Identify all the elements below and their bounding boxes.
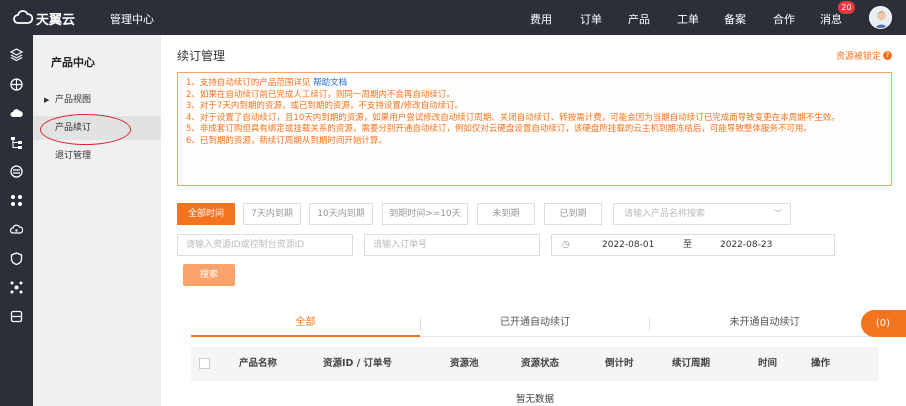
- filter-over-10-days[interactable]: 到期时间>=10天: [382, 203, 468, 225]
- help-icon: ?: [883, 51, 892, 60]
- nav-tickets[interactable]: 工单: [677, 11, 699, 27]
- filter-expired[interactable]: 已到期: [544, 203, 602, 225]
- brand-name: 天翼云: [36, 13, 76, 28]
- main-content: 续订管理 资源被锁定 ? 1、支持自动续订的产品范围详见 帮助文档 2、如果在自…: [161, 35, 906, 406]
- column-product-name: 产品名称: [239, 358, 278, 369]
- layers-icon[interactable]: [10, 48, 23, 61]
- nav-filing[interactable]: 备案: [724, 11, 746, 27]
- date-start[interactable]: 2022-08-01: [602, 235, 654, 255]
- tab-auto-renew-on[interactable]: 已开通自动续订: [421, 311, 649, 337]
- tab-all[interactable]: 全部: [191, 311, 420, 337]
- cluster-icon[interactable]: [10, 281, 23, 294]
- column-resource-status: 资源状态: [521, 358, 560, 369]
- product-center-sidebar: 产品中心 ▶ 产品视图 产品续订 退订管理: [33, 35, 161, 406]
- console-title[interactable]: 管理中心: [110, 11, 154, 27]
- top-navigation-bar: 天翼云 管理中心 费用 订单 产品 工单 备案 合作 消息 20: [0, 0, 906, 35]
- resource-locked-label: 资源被锁定: [835, 52, 881, 62]
- icon-rail: [0, 35, 33, 406]
- clock-icon: ◷: [562, 240, 570, 250]
- resource-id-input[interactable]: 请输入资源ID或控制台资源ID: [177, 234, 353, 256]
- tab-auto-renew-off[interactable]: 未开通自动续订: [650, 311, 879, 337]
- order-number-input[interactable]: 请输入订单号: [364, 234, 540, 256]
- caret-right-icon: ▶: [44, 96, 50, 104]
- sidebar-title: 产品中心: [51, 56, 95, 69]
- notice-line-6: 6、已到期的资源，新续订周期从到期时间开始计算。: [186, 135, 387, 146]
- chevron-down-icon: ﹀: [774, 209, 782, 218]
- notice-line-4: 4、对于设置了自动续订，且10天内到期的资源，如果用户尝试修改自动续订周期、关闭…: [186, 112, 840, 123]
- column-resource-id: 资源ID / 订单号: [323, 358, 393, 369]
- notice-line-2: 2、如果在自动续订前已完成人工续订，则同一周期内不会再自动续订。: [186, 89, 455, 100]
- renewal-notice: 1、支持自动续订的产品范围详见 帮助文档 2、如果在自动续订前已完成人工续订，则…: [177, 72, 892, 186]
- server-icon[interactable]: [10, 310, 23, 323]
- avatar-person-icon: [874, 11, 889, 28]
- sidebar-item-product-view[interactable]: ▶ 产品视图: [33, 88, 161, 112]
- select-all-checkbox[interactable]: [199, 358, 210, 369]
- column-renewal-period: 续订周期: [672, 358, 711, 369]
- sidebar-item-label: 产品视图: [55, 95, 92, 105]
- shield-icon[interactable]: [10, 252, 23, 265]
- nav-partners[interactable]: 合作: [773, 11, 795, 27]
- nav-billing[interactable]: 费用: [530, 11, 552, 27]
- filter-all-time[interactable]: 全部时间: [177, 203, 235, 225]
- user-avatar[interactable]: [869, 6, 892, 29]
- nav-products[interactable]: 产品: [628, 11, 650, 27]
- annotation-circle: [40, 114, 131, 145]
- date-end[interactable]: 2022-08-23: [720, 235, 772, 255]
- nav-orders[interactable]: 订单: [580, 11, 602, 27]
- message-count-badge: 20: [838, 1, 855, 14]
- resource-locked-link[interactable]: 资源被锁定 ?: [836, 49, 892, 62]
- search-button[interactable]: 搜索: [183, 264, 235, 286]
- product-select-placeholder: 请输入产品名称搜索: [624, 209, 706, 219]
- column-countdown: 倒计时: [605, 358, 634, 369]
- brand-logo[interactable]: 天翼云: [13, 9, 75, 28]
- notice-line-1: 1、支持自动续订的产品范围详见 帮助文档: [186, 78, 348, 88]
- floating-cart-button[interactable]: (0): [861, 310, 906, 337]
- grid-nodes-icon[interactable]: [10, 194, 23, 207]
- filter-10-days[interactable]: 10天内到期: [309, 203, 373, 225]
- column-actions: 操作: [811, 358, 831, 369]
- sidebar-item-unsubscribe[interactable]: 退订管理: [33, 144, 161, 168]
- cloud-icon[interactable]: [10, 107, 23, 120]
- help-doc-link[interactable]: 帮助文档: [313, 78, 347, 88]
- network-icon[interactable]: [10, 78, 23, 91]
- nav-messages[interactable]: 消息: [820, 11, 842, 27]
- table-header: 产品名称 资源ID / 订单号 资源池 资源状态 倒计时 续订周期 时间 操作: [191, 347, 879, 381]
- notice-line-5: 5、非成套订购但具有绑定或挂载关系的资源，需要分别开通自动续订，例如仅对云硬盘设…: [186, 124, 812, 134]
- notice-line-3: 3、对于7天内到期的资源，或已到期的资源，不支持设置/修改自动续订。: [186, 101, 464, 111]
- date-separator: 至: [683, 240, 693, 250]
- filter-7-days[interactable]: 7天内到期: [243, 203, 301, 225]
- hierarchy-icon[interactable]: [10, 136, 23, 149]
- cloud-outline-icon[interactable]: [10, 223, 23, 236]
- sidebar-item-label: 退订管理: [55, 151, 92, 161]
- renewal-tabs: 全部 已开通自动续订 未开通自动续订: [191, 311, 879, 337]
- database-icon[interactable]: [10, 165, 23, 178]
- date-range-picker[interactable]: ◷ 2022-08-01 至 2022-08-23: [551, 234, 835, 256]
- column-time: 时间: [758, 358, 778, 369]
- column-resource-pool: 资源池: [450, 358, 479, 369]
- filter-not-expired[interactable]: 未到期: [477, 203, 535, 225]
- page-title: 续订管理: [177, 49, 226, 63]
- cloud-logo-icon: [13, 9, 34, 28]
- empty-state-text: 暂无数据: [515, 394, 554, 405]
- product-name-select[interactable]: 请输入产品名称搜索 ﹀: [613, 203, 791, 225]
